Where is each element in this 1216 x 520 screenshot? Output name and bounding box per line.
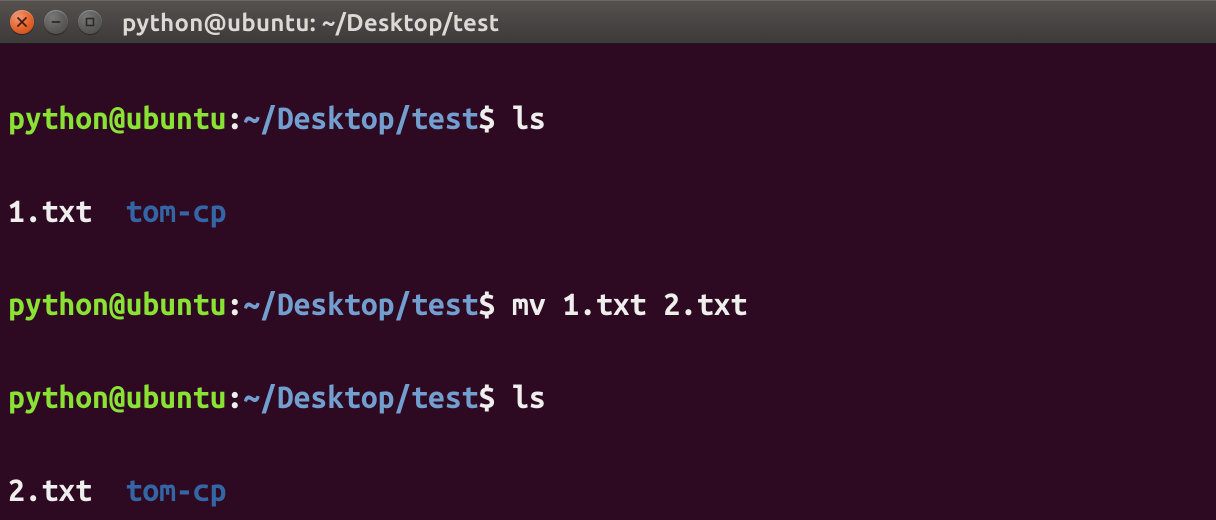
- terminal-line: python@ubuntu:~/Desktop/test$ ls: [8, 95, 1208, 142]
- window-title: python@ubuntu: ~/Desktop/test: [122, 9, 499, 36]
- close-icon[interactable]: [10, 10, 34, 34]
- prompt-path: ~/Desktop/test: [243, 287, 478, 321]
- file-name: 2.txt: [8, 473, 92, 507]
- window-controls: [10, 10, 102, 34]
- terminal-window: python@ubuntu: ~/Desktop/test python@ubu…: [0, 0, 1216, 520]
- prompt-symbol: $: [478, 380, 495, 414]
- prompt-colon: :: [226, 101, 243, 135]
- prompt-symbol: $: [478, 101, 495, 135]
- prompt-user: python@ubuntu: [8, 101, 226, 135]
- prompt-path: ~/Desktop/test: [243, 380, 478, 414]
- titlebar[interactable]: python@ubuntu: ~/Desktop/test: [0, 0, 1216, 44]
- terminal-body[interactable]: python@ubuntu:~/Desktop/test$ ls 1.txt t…: [0, 44, 1216, 520]
- prompt-colon: :: [226, 380, 243, 414]
- terminal-output: 2.txt tom-cp: [8, 467, 1208, 514]
- command-text: ls: [512, 101, 546, 135]
- prompt-user: python@ubuntu: [8, 287, 226, 321]
- dir-name: tom-cp: [126, 473, 227, 507]
- command-text: mv 1.txt 2.txt: [512, 287, 747, 321]
- dir-name: tom-cp: [126, 194, 227, 228]
- prompt-colon: :: [226, 287, 243, 321]
- file-name: 1.txt: [8, 194, 92, 228]
- prompt-user: python@ubuntu: [8, 380, 226, 414]
- prompt-path: ~/Desktop/test: [243, 101, 478, 135]
- prompt-symbol: $: [478, 287, 495, 321]
- terminal-output: 1.txt tom-cp: [8, 188, 1208, 235]
- command-text: ls: [512, 380, 546, 414]
- terminal-line: python@ubuntu:~/Desktop/test$ mv 1.txt 2…: [8, 281, 1208, 328]
- minimize-icon[interactable]: [44, 10, 68, 34]
- terminal-line: python@ubuntu:~/Desktop/test$ ls: [8, 374, 1208, 421]
- maximize-icon[interactable]: [78, 10, 102, 34]
